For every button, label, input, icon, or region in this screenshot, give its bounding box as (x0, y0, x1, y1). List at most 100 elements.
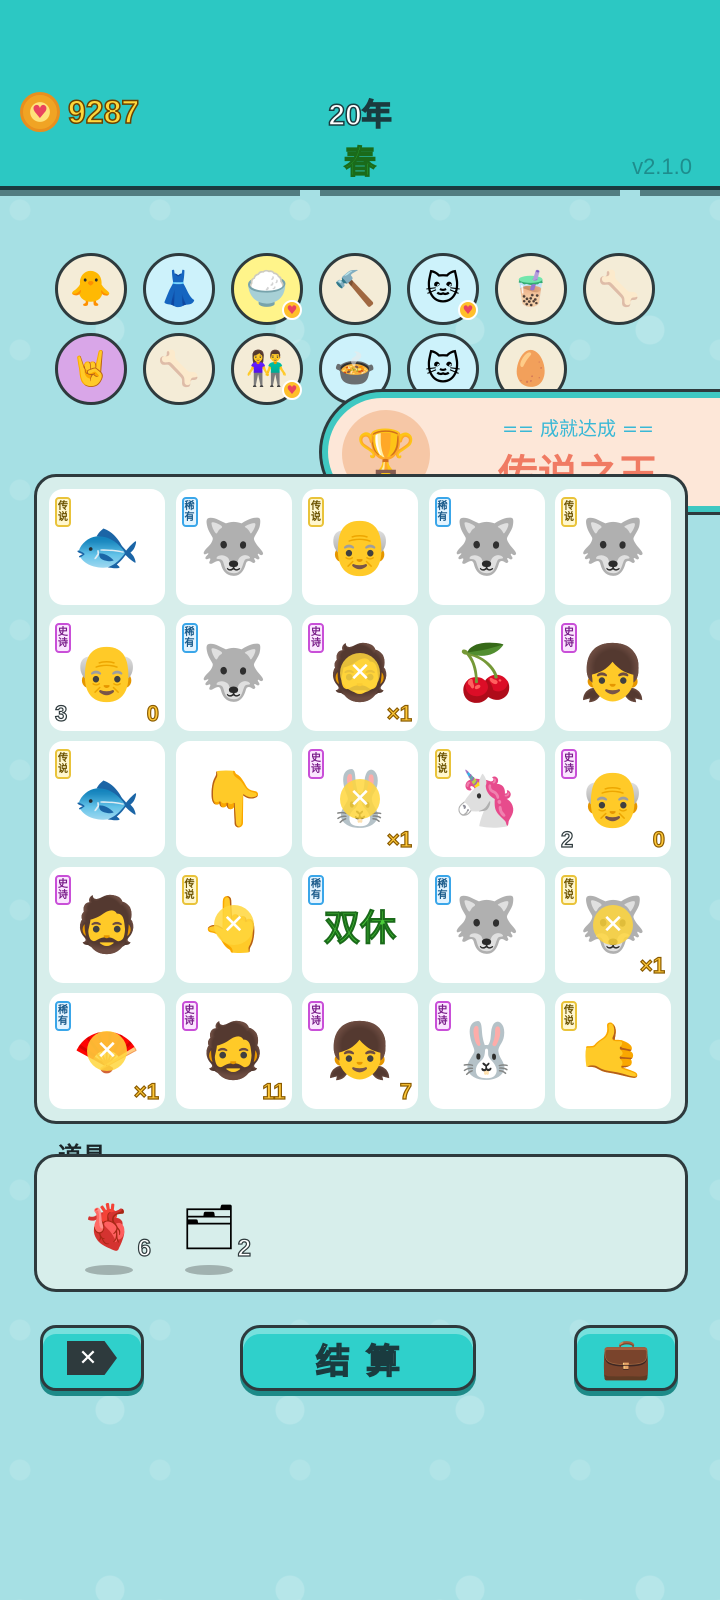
item-count: 6 (137, 1234, 152, 1262)
rarity-tag: 传说 (434, 749, 451, 779)
board-cell[interactable]: 双休 稀有 (302, 867, 418, 983)
cell-count-right: ×1 (639, 952, 665, 978)
rock-hand-icon[interactable]: 🤘 (55, 333, 127, 405)
board-cell[interactable]: 🤙 传说 (555, 993, 671, 1109)
heart-badge-icon: ♥ (458, 300, 478, 320)
items-panel: 🫀 6 🗂 2 (34, 1154, 688, 1292)
rarity-tag: 史诗 (308, 1001, 324, 1031)
exit-button[interactable]: ✕ (40, 1325, 144, 1391)
dog-bowl-icon[interactable]: 🦴 (143, 333, 215, 405)
board-cell[interactable]: 🧔 史诗 11 (175, 993, 292, 1109)
item-count: 2 (237, 1234, 252, 1262)
old-man-icon: 👴 (579, 767, 647, 830)
cell-count-left: 3 (54, 700, 68, 726)
rarity-tag: 史诗 (561, 749, 577, 779)
settle-button[interactable]: 结算 (240, 1325, 476, 1391)
cat-food-icon[interactable]: 🐱 ♥ (407, 253, 479, 325)
board-cell[interactable]: 👧 史诗 7 (302, 993, 418, 1109)
board-cell[interactable]: 👧 史诗 (555, 615, 671, 731)
heart-badge-icon: ♥ (282, 380, 302, 400)
board-cell[interactable]: 👆传说✕ (175, 867, 292, 983)
rarity-tag: 传说 (561, 497, 577, 527)
cross-mark-icon: ✕ (340, 779, 380, 819)
hammer-icon[interactable]: 🔨 (319, 253, 391, 325)
cell-count-left: 2 (560, 826, 574, 852)
rice-bowl-icon[interactable]: 🍚 ♥ (231, 253, 303, 325)
board-cell[interactable]: 👴 史诗 2 0 (555, 741, 671, 857)
cell-count-right: 0 (652, 826, 665, 852)
board-cell[interactable]: 🐰史诗✕×1 (302, 741, 418, 857)
yellow-hand-icon: 🤙 (579, 1019, 647, 1082)
year-label: 20年 (328, 98, 393, 133)
coin-count: 9287 (67, 93, 140, 131)
rarity-tag: 稀有 (308, 875, 324, 905)
cross-mark-icon: ✕ (213, 905, 254, 945)
rarity-tag: 稀有 (181, 623, 198, 653)
cell-count-right: 11 (262, 1078, 286, 1104)
rarity-tag: 传说 (308, 497, 324, 527)
season-label: 春 (343, 143, 376, 180)
couple-icon[interactable]: 👫 ♥ (231, 333, 303, 405)
board-cell[interactable]: 🦄 传说 (428, 741, 545, 857)
coin-display: ♥ 9287 (20, 92, 140, 132)
rarity-tag: 传说 (55, 749, 71, 779)
liver-icon[interactable]: 🫀 6 (77, 1195, 152, 1275)
rarity-tag: 稀有 (434, 875, 451, 905)
rarity-tag: 史诗 (55, 875, 71, 905)
heart-badge-icon: ♥ (282, 300, 302, 320)
board-cell[interactable]: 🍒 (428, 615, 545, 731)
dog-bowl-icon[interactable]: 🦴 (583, 253, 655, 325)
bubble-tea-icon[interactable]: 🧋 (495, 253, 567, 325)
board-cell[interactable]: 🐺 稀有 (175, 489, 292, 605)
triple-slot-icon[interactable]: 🗂 2 (177, 1195, 252, 1275)
rarity-tag: 史诗 (308, 749, 324, 779)
rarity-tag: 稀有 (181, 497, 198, 527)
top-bar: ♥ 9287 20年 春 v2.1.0 (0, 0, 720, 196)
board-cell[interactable]: 🐺 稀有 (428, 489, 545, 605)
cross-mark-icon: ✕ (87, 1031, 127, 1071)
coin-icon: ♥ (20, 92, 60, 132)
cross-mark-icon: ✕ (340, 653, 380, 693)
girl-hearts-icon: 👧 (326, 1019, 394, 1082)
cherry-icon: 🍒 (452, 641, 521, 704)
item-shadow (85, 1265, 133, 1275)
husky-icon: 🐺 (452, 515, 521, 578)
koi-fish-icon: 🐟 (73, 515, 141, 578)
achievement-subtitle: == 成就达成 == (502, 418, 654, 440)
rarity-tag: 史诗 (434, 1001, 451, 1031)
bag-button[interactable]: 💼 (574, 1325, 678, 1391)
exit-icon: ✕ (67, 1341, 117, 1375)
cell-count-right: 7 (399, 1078, 412, 1104)
board-cell[interactable]: 🐺 稀有 (175, 615, 292, 731)
cell-count-right: ×1 (386, 700, 412, 726)
double-rest-text: 双休 (323, 907, 396, 949)
settle-label: 结算 (315, 1342, 416, 1382)
board-cell[interactable]: 👇 (175, 741, 292, 857)
husky-icon: 🐺 (199, 515, 268, 578)
husky-icon: 🐺 (452, 893, 521, 956)
husky-crown-icon: 🐺 (579, 515, 647, 578)
board-cell[interactable]: 🐟 传说 (49, 489, 165, 605)
rarity-tag: 稀有 (55, 1001, 71, 1031)
board-cell[interactable]: 🐺 传说 (555, 489, 671, 605)
koi-fish-icon: 🐟 (73, 767, 141, 830)
liver-icon-glyph: 🫀 (81, 1202, 137, 1253)
board-cell[interactable]: 🐺 稀有 (428, 867, 545, 983)
board-cell[interactable]: 👴 史诗 3 0 (49, 615, 165, 731)
unicorn-icon: 🦄 (452, 767, 521, 830)
rarity-tag: 史诗 (308, 623, 324, 653)
board-cell[interactable]: 🐺传说✕×1 (555, 867, 671, 983)
husky-icon: 🐺 (199, 641, 268, 704)
board-cell[interactable]: 🧔史诗✕×1 (302, 615, 418, 731)
rarity-tag: 传说 (561, 1001, 577, 1031)
triple-slot-icon-glyph: 🗂 (181, 1202, 237, 1253)
chick-egg-icon[interactable]: 🐥 (55, 253, 127, 325)
board-cell[interactable]: 🐟 传说 (49, 741, 165, 857)
board-cell[interactable]: 👴 传说 (302, 489, 418, 605)
board-cell[interactable]: 🧔 史诗 (49, 867, 165, 983)
board-cell[interactable]: 🪭稀有✕×1 (49, 993, 165, 1109)
skirt-icon[interactable]: 👗 (143, 253, 215, 325)
grandpa-glasses-icon: 👴 (326, 515, 394, 578)
girl-hearts-icon: 👧 (579, 641, 647, 704)
board-cell[interactable]: 🐰 史诗 (428, 993, 545, 1109)
